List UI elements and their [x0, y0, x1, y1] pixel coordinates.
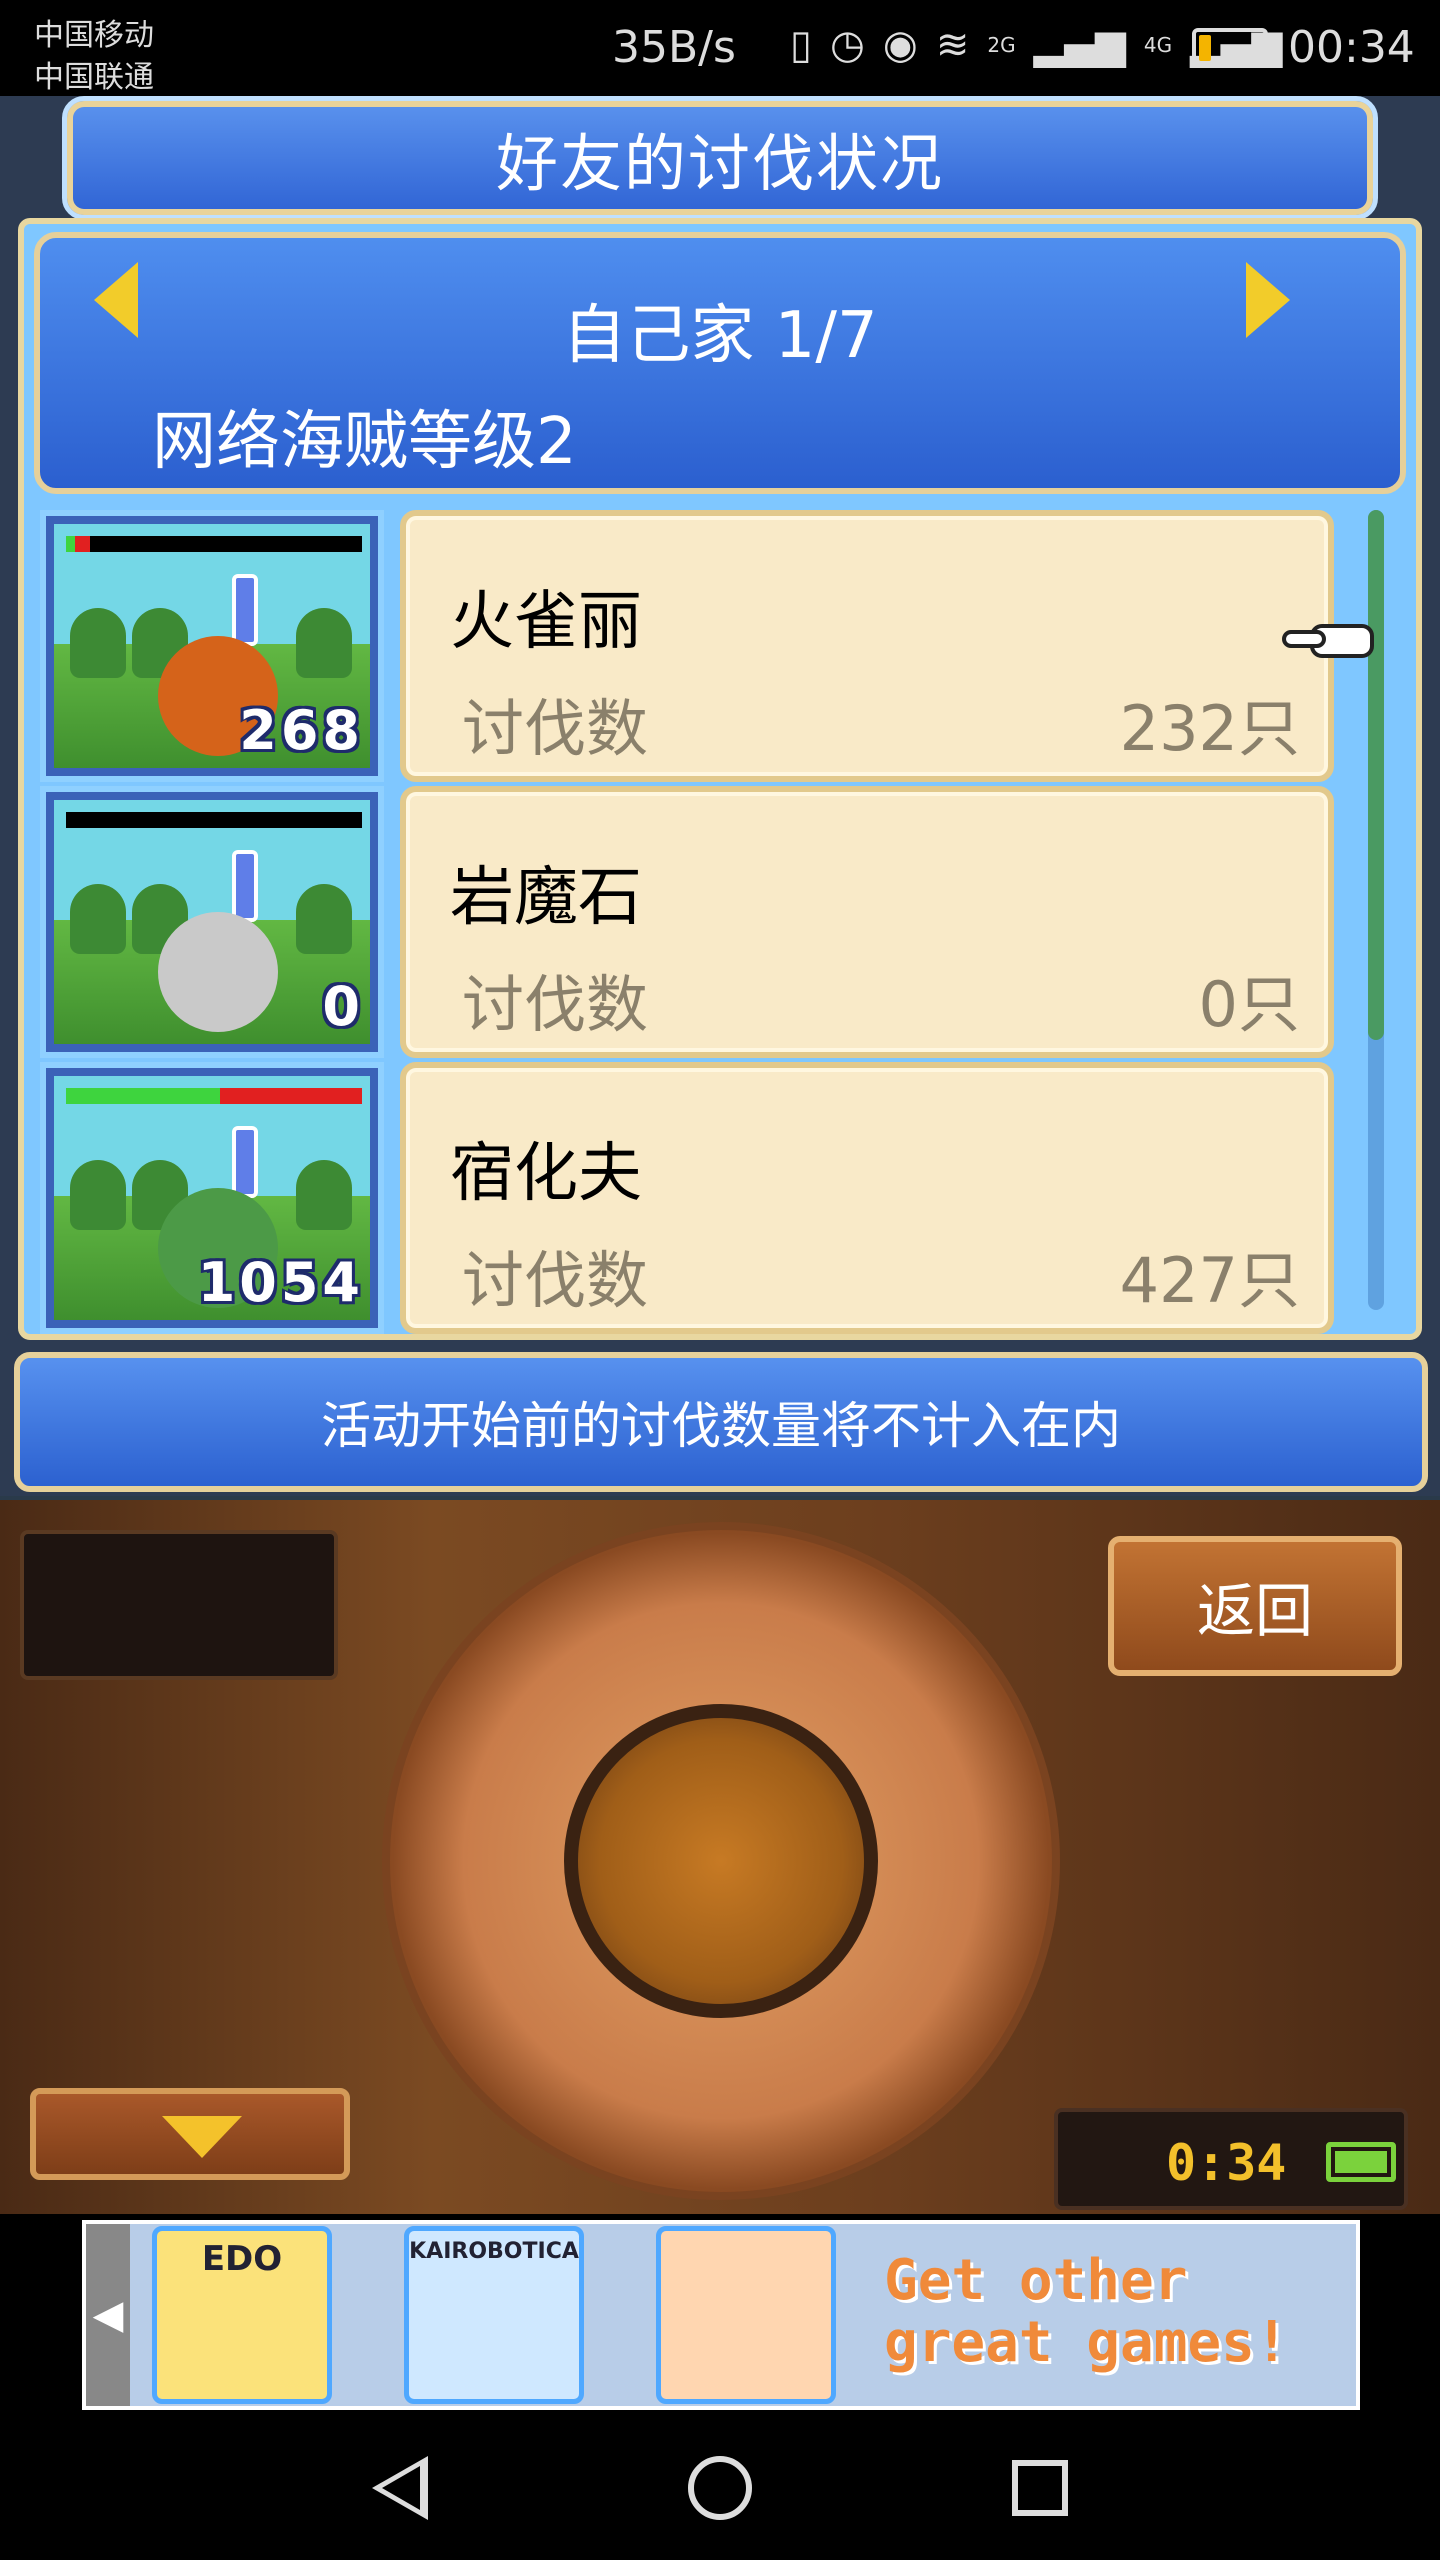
monster-thumbnail: 1054 — [40, 1062, 384, 1334]
alert-icon — [232, 574, 258, 668]
page-title: 好友的讨伐状况 — [495, 127, 944, 200]
eye-icon: ◉ — [882, 22, 918, 68]
wifi-icon: ≋ — [935, 22, 970, 68]
ad-prev-icon[interactable]: ◀ — [86, 2224, 130, 2406]
game-clock-box: 0:34 — [1054, 2108, 1408, 2210]
page-indicator: 自己家 1/7 — [562, 299, 878, 373]
list-item[interactable]: 1054 宿化夫讨伐数 427只 — [40, 1062, 1344, 1334]
monster-card: 岩魔石讨伐数 0只 — [400, 786, 1334, 1058]
get-other-games-link[interactable]: Get other great games! — [884, 2250, 1344, 2374]
list-item[interactable]: 268 火雀丽讨伐数 232只 — [40, 510, 1344, 782]
monster-thumbnail: 268 — [40, 510, 384, 782]
vibrate-icon: ▯ — [790, 22, 813, 68]
status-clock: 00:34 — [1288, 22, 1415, 73]
notice-banner: 活动开始前的讨伐数量将不计入在内 — [14, 1352, 1428, 1492]
signal-bars-icon: ▂▄▆ — [1033, 22, 1126, 68]
signal-4g-icon: 4G — [1143, 33, 1173, 57]
title-bar: 好友的讨伐状况 — [62, 96, 1378, 220]
game-clock: 0:34 — [1166, 2134, 1287, 2192]
list-item[interactable]: 0 岩魔石讨伐数 0只 — [40, 786, 1344, 1058]
alarm-icon: ◷ — [830, 22, 865, 68]
hp-bar — [66, 536, 362, 552]
down-arrow-icon — [162, 2116, 242, 2158]
signal-2g-icon: 2G — [987, 33, 1016, 57]
kill-badge: 268 — [239, 699, 364, 762]
nav-recent-icon[interactable] — [1012, 2460, 1068, 2516]
carrier-1: 中国移动 — [34, 18, 154, 53]
dpad-center-button[interactable] — [564, 1704, 878, 2018]
kill-count-value: 0只 — [1198, 968, 1300, 1041]
network-speed: 35B/s — [612, 22, 736, 73]
kill-count-label: 讨伐数 — [462, 692, 649, 765]
kill-count-label: 讨伐数 — [462, 1244, 649, 1317]
back-button-label: 返回 — [1196, 1577, 1313, 1645]
nav-back-icon[interactable] — [372, 2456, 428, 2520]
scrollbar-thumb[interactable] — [1368, 510, 1384, 1040]
monster-card: 火雀丽讨伐数 232只 — [400, 510, 1334, 782]
carrier-2: 中国联通 — [34, 60, 154, 95]
kill-count-value: 427只 — [1119, 1244, 1300, 1317]
nav-home-icon[interactable] — [688, 2456, 752, 2520]
kill-badge: 0 — [322, 975, 364, 1038]
notice-text: 活动开始前的讨伐数量将不计入在内 — [321, 1397, 1121, 1455]
monster-thumbnail: 0 — [40, 786, 384, 1058]
ad-tile-kairobotica[interactable]: KAIROBOTICA — [404, 2226, 584, 2404]
back-button[interactable]: 返回 — [1108, 1536, 1402, 1676]
monster-sprite — [158, 912, 278, 1032]
kill-count-value: 232只 — [1119, 692, 1300, 765]
ad-tile-edo[interactable]: EDO — [152, 2226, 332, 2404]
status-bar: 中国移动 中国联通 35B/s ▯ ◷ ◉ ≋ 2G ▂▄▆ 4G ▂▄▆ 00… — [0, 0, 1440, 96]
scroll-down-button[interactable] — [30, 2088, 350, 2180]
monster-card: 宿化夫讨伐数 427只 — [400, 1062, 1334, 1334]
pirate-level: 网络海贼等级2 — [152, 405, 577, 479]
battery-icon — [1192, 28, 1276, 68]
hp-bar — [66, 1088, 362, 1104]
monster-name: 岩魔石 — [450, 861, 642, 935]
pointer-hand-icon — [1282, 624, 1374, 658]
game-battery-icon — [1326, 2142, 1396, 2182]
alert-icon — [232, 1126, 258, 1220]
app-root: 中国移动 中国联通 35B/s ▯ ◷ ◉ ≋ 2G ▂▄▆ 4G ▂▄▆ 00… — [0, 0, 1440, 2560]
monster-name: 火雀丽 — [450, 585, 642, 659]
ad-tile-cafe[interactable] — [656, 2226, 836, 2404]
kill-badge: 1054 — [197, 1251, 364, 1314]
monster-name: 宿化夫 — [450, 1137, 642, 1211]
alert-icon — [232, 850, 258, 944]
console-screen — [20, 1530, 338, 1680]
kill-count-label: 讨伐数 — [462, 968, 649, 1041]
hp-bar — [66, 812, 362, 828]
